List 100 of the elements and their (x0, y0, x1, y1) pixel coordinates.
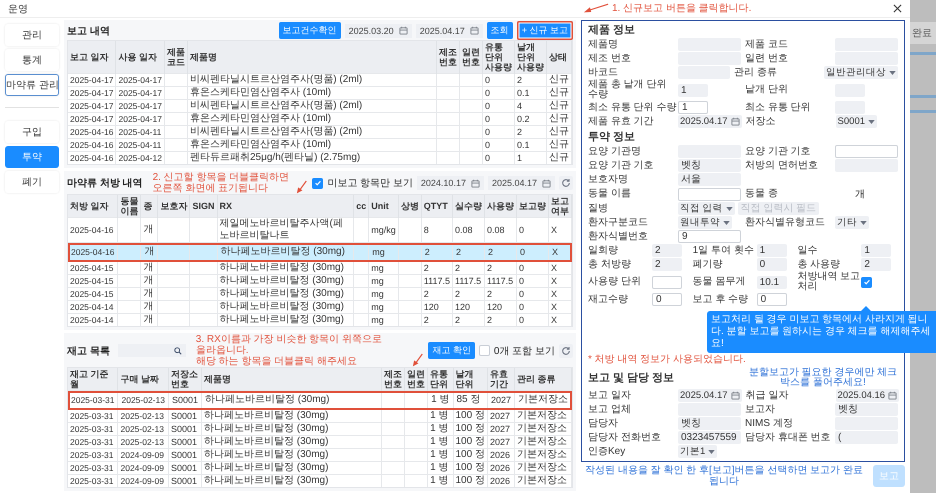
sidebar-item[interactable]: 폐기 (5, 171, 59, 193)
text-field[interactable] (835, 159, 898, 172)
table-row[interactable]: 2025-04-14 개 하나페노바르비탈정 (30mg) mg 2 2 2 0 X (68, 314, 572, 326)
tooltip: 보고처리 될 경우 미보고 항목에서 사라지게 됩니다. 분할 보고를 원하시는 경우 체크를 해제해주세요! (707, 306, 936, 353)
table-row[interactable]: 2025-04-15 개 하나페노바르비탈정 (30mg) mg 2 2 2 0 X (68, 288, 572, 300)
table-cell: 개 (143, 224, 154, 235)
table-cell: 2025-04-15 (70, 263, 114, 273)
table-row[interactable]: 2025-03-31 2025-02-13 S0001 하나페노바르비탈정 (30mg) 1 병 100 정 2027 기본저장소 (68, 410, 572, 422)
text-field[interactable]: 0 (756, 258, 787, 271)
text-field[interactable]: 2 (861, 258, 892, 271)
table-row[interactable]: 2025-04-15 개 하나페노바르비탈정 (30mg) mg 2 2 2 0 X (68, 262, 572, 274)
table-cell: S0001 (170, 463, 197, 473)
table-cell: 2025-04-17 (70, 101, 114, 111)
date-field[interactable]: 2025.04.16 (836, 389, 900, 402)
date-field[interactable]: 2025.04.17 (416, 24, 483, 38)
field-label: 제품 총 낱개 단위 수량 (588, 80, 668, 100)
input-field[interactable]: 9 (678, 230, 741, 243)
text-field[interactable]: 10.1 (756, 276, 787, 288)
table-cell: 1117.5 (455, 276, 482, 286)
table-cell: 1 병 (430, 462, 448, 473)
field-label: 담당자 (588, 418, 619, 428)
table-cell: 2025-04-11 (118, 127, 162, 137)
notice-text: * 처방 내역 정보가 사용되었습니다. (588, 354, 747, 366)
table-cell: 2025-04-17 (70, 75, 114, 85)
close-icon[interactable] (893, 4, 902, 13)
select-field[interactable]: 직접 입력 (678, 202, 735, 215)
text-field[interactable]: 벳칭 (678, 417, 741, 430)
table-cell: 하나페노바르비탈정 (30mg) (220, 275, 344, 286)
table-cell: mg/kg (371, 225, 396, 235)
input-field[interactable]: 0 (756, 293, 787, 306)
field-label: 보고 업체 (588, 404, 632, 414)
column-header: 제품명 (202, 368, 382, 390)
input-field[interactable] (835, 145, 898, 158)
field-label: 처방의 면허번호 (745, 160, 819, 170)
sidebar-item[interactable]: 마약류 관리 (5, 74, 59, 96)
column-header: 처방 일자 (68, 195, 118, 218)
table-cell: 0 (519, 276, 524, 286)
input-field[interactable] (678, 188, 741, 200)
text-field[interactable]: 2 (652, 244, 682, 257)
table-cell: X (551, 263, 558, 273)
table-cell: 2 (456, 247, 462, 257)
table-cell: 제일메노바르비탈주사액(페노바르비탈나트 (220, 218, 343, 241)
checkbox[interactable] (312, 178, 324, 188)
checkbox[interactable] (478, 345, 490, 356)
date-field[interactable]: 2025.04.17 (678, 115, 742, 128)
table-cell: 2 (424, 263, 429, 273)
select-field[interactable]: S0001 (836, 115, 878, 128)
text-field[interactable]: 2 (652, 258, 682, 271)
table-cell: 2025-02-13 (120, 424, 164, 434)
column-header: 관리 종류 (514, 368, 572, 390)
text-field[interactable]: 1 (861, 244, 892, 257)
table-cell: 0 (485, 114, 490, 124)
table-row[interactable]: 2025-03-31 2025-02-13 S0001 하나페노바르비탈정 (30mg) 1 병 100 정 2027 기본저장소 (68, 436, 572, 448)
table-cell: 개 (143, 301, 154, 312)
table-cell: S0001 (170, 476, 197, 486)
sidebar-item[interactable]: 구입 (5, 121, 59, 143)
text-field[interactable]: 서울 (678, 173, 741, 186)
text-field[interactable]: 벳칭 (835, 403, 898, 416)
section-title: 보고 및 담당 정보 (588, 371, 674, 385)
text-field[interactable]: 1 (678, 84, 708, 96)
table-cell: 2024-09-09 (120, 463, 164, 473)
date-field[interactable]: 2025.04.17 (488, 176, 555, 190)
table-row[interactable]: 2025-04-14 개 하나페노바르비탈정 (30mg) mg 120 120 120 0 X (68, 300, 572, 314)
table-row[interactable]: 2025-04-15 개 하나페노바르비탈정 (30mg) mg 1117.5 1117.5 1117.5 0 X (68, 274, 572, 288)
text-field[interactable]: 1 (756, 244, 787, 257)
sidebar-item[interactable]: 통계 (5, 49, 59, 71)
column-header: 낱개 단위 (453, 368, 488, 390)
date-field[interactable]: 2024.10.17 (416, 176, 484, 190)
table-cell: 2025-04-14 (70, 315, 114, 325)
table-row[interactable]: 2025-03-31 2025-02-13 S0001 하나페노바르비탈정 (30mg) 1 병 100 정 2027 기본저장소 (68, 422, 572, 436)
select-field[interactable]: 기본1 (678, 445, 718, 458)
table-cell: 2025-04-16 (70, 153, 114, 163)
table-row[interactable]: 2025-03-31 2024-09-09 S0001 하나페노바르비탈정 (30mg) 1 병 100 정 2026 기본저장소 (68, 448, 572, 462)
column-header: 사용량 (484, 195, 516, 218)
table-cell: 0.08 (455, 225, 473, 235)
date-field[interactable]: 2025.04.17 (678, 389, 742, 402)
table-cell: 2025-04-15 (70, 289, 114, 299)
table-row[interactable]: 2025-03-31 2025-02-13 S0001 하나페노바르비탈정 (30mg) 1 병 85 정 2027 기본저장소 (68, 390, 572, 410)
table-row[interactable]: 2025-03-31 2024-09-09 S0001 하나페노바르비탈정 (30mg) 1 병 100 정 2026 기본저장소 (68, 462, 572, 474)
sidebar-item[interactable]: 관리 (5, 24, 59, 46)
select-field[interactable]: 기타 (835, 216, 869, 229)
table-row[interactable]: 2025-04-16 개 하나페노바르비탈정 (30mg) mg 2 2 2 0 X (68, 242, 572, 262)
select-field[interactable]: 일반관리대상 (824, 66, 898, 79)
table-cell: 0.1 (517, 88, 530, 98)
refresh-button[interactable] (559, 176, 573, 190)
text-field[interactable]: ( (835, 431, 898, 444)
date-field[interactable]: 2025.03.20 (344, 24, 412, 38)
text-field[interactable]: 0323457559 (678, 431, 741, 444)
search-field[interactable] (118, 344, 186, 357)
table-cell: 2025-04-12 (118, 153, 162, 163)
select-field[interactable]: 원내투약 (678, 216, 732, 229)
text-field[interactable]: 벳칭 (678, 159, 741, 172)
column-header: 저장소 번호 (168, 368, 202, 390)
input-field[interactable] (652, 276, 682, 288)
refresh-button[interactable] (559, 344, 573, 358)
checkbox[interactable] (861, 276, 872, 288)
table-row[interactable]: 2025-03-31 2024-09-09 S0001 하나페노바르비탈정 (30mg) 1 병 100 정 2026 기본저장소 (68, 474, 572, 487)
input-field[interactable]: 0 (652, 293, 682, 306)
input-field[interactable]: 1 (678, 101, 708, 114)
refresh-icon (561, 346, 571, 356)
